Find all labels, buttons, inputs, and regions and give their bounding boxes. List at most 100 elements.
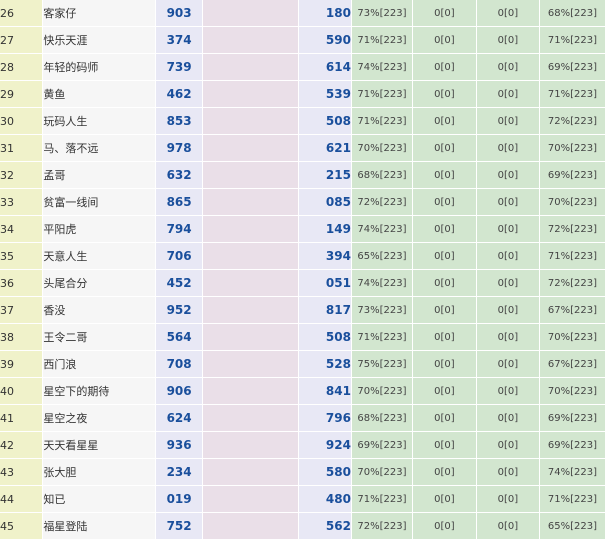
- stat-2-cell: 0[0]: [412, 215, 477, 243]
- value-2-cell: 528: [298, 350, 352, 378]
- stat-4-cell: 71%[223]: [539, 26, 607, 54]
- table-row: 35 天意人生 706 394 65%[223] 0[0] 0[0] 71%[223]: [0, 242, 607, 270]
- rank-cell: 26: [0, 0, 44, 27]
- table-row: 38 王令二哥 564 508 71%[223] 0[0] 0[0] 70%[223]: [0, 323, 607, 351]
- value-2-cell: 394: [298, 242, 352, 270]
- value-1-cell: 903: [155, 0, 204, 27]
- name-cell: 知已: [42, 485, 156, 513]
- stat-1-cell: 74%[223]: [351, 269, 413, 297]
- ranking-table: 26 客家仔 903 180 73%[223] 0[0] 0[0] 68%[223] 27 快乐天…: [0, 0, 607, 540]
- rank-cell: 31: [0, 134, 44, 162]
- rank-cell: 35: [0, 242, 44, 270]
- name-cell: 孟哥: [42, 161, 156, 189]
- table-row: 32 孟哥 632 215 68%[223] 0[0] 0[0] 69%[223]: [0, 161, 607, 189]
- value-1-cell: 865: [155, 188, 204, 216]
- rank-cell: 43: [0, 458, 44, 486]
- table-row: 39 西门浪 708 528 75%[223] 0[0] 0[0] 67%[223]: [0, 350, 607, 378]
- stat-2-cell: 0[0]: [412, 134, 477, 162]
- value-1-cell: 936: [155, 431, 204, 459]
- stat-4-cell: 70%[223]: [539, 323, 607, 351]
- name-cell: 快乐天涯: [42, 26, 156, 54]
- stat-3-cell: 0[0]: [476, 0, 540, 27]
- value-1-cell: 234: [155, 458, 204, 486]
- blank-cell: [202, 323, 300, 351]
- rank-cell: 44: [0, 485, 44, 513]
- name-cell: 客家仔: [42, 0, 156, 27]
- stat-3-cell: 0[0]: [476, 215, 540, 243]
- stat-1-cell: 68%[223]: [351, 404, 413, 432]
- blank-cell: [202, 512, 300, 540]
- stat-3-cell: 0[0]: [476, 350, 540, 378]
- stat-2-cell: 0[0]: [412, 242, 477, 270]
- blank-cell: [202, 134, 300, 162]
- name-cell: 黄鱼: [42, 80, 156, 108]
- blank-cell: [202, 215, 300, 243]
- value-2-cell: 085: [298, 188, 352, 216]
- blank-cell: [202, 0, 300, 27]
- stat-2-cell: 0[0]: [412, 0, 477, 27]
- name-cell: 星空下的期待: [42, 377, 156, 405]
- stat-2-cell: 0[0]: [412, 296, 477, 324]
- rank-cell: 38: [0, 323, 44, 351]
- name-cell: 天意人生: [42, 242, 156, 270]
- stat-4-cell: 70%[223]: [539, 188, 607, 216]
- value-1-cell: 952: [155, 296, 204, 324]
- stat-1-cell: 68%[223]: [351, 161, 413, 189]
- value-2-cell: 841: [298, 377, 352, 405]
- stat-2-cell: 0[0]: [412, 485, 477, 513]
- blank-cell: [202, 431, 300, 459]
- stat-4-cell: 69%[223]: [539, 53, 607, 81]
- stat-1-cell: 71%[223]: [351, 26, 413, 54]
- rank-cell: 45: [0, 512, 44, 540]
- stat-1-cell: 71%[223]: [351, 80, 413, 108]
- value-1-cell: 632: [155, 161, 204, 189]
- blank-cell: [202, 269, 300, 297]
- rank-cell: 28: [0, 53, 44, 81]
- value-2-cell: 539: [298, 80, 352, 108]
- value-2-cell: 614: [298, 53, 352, 81]
- value-1-cell: 624: [155, 404, 204, 432]
- rank-cell: 40: [0, 377, 44, 405]
- value-2-cell: 590: [298, 26, 352, 54]
- stat-1-cell: 75%[223]: [351, 350, 413, 378]
- rank-cell: 29: [0, 80, 44, 108]
- blank-cell: [202, 188, 300, 216]
- stat-1-cell: 71%[223]: [351, 485, 413, 513]
- name-cell: 香没: [42, 296, 156, 324]
- rank-cell: 30: [0, 107, 44, 135]
- name-cell: 平阳虎: [42, 215, 156, 243]
- stat-1-cell: 74%[223]: [351, 215, 413, 243]
- stat-4-cell: 71%[223]: [539, 80, 607, 108]
- table-row: 34 平阳虎 794 149 74%[223] 0[0] 0[0] 72%[223]: [0, 215, 607, 243]
- stat-3-cell: 0[0]: [476, 26, 540, 54]
- blank-cell: [202, 404, 300, 432]
- value-1-cell: 853: [155, 107, 204, 135]
- value-1-cell: 452: [155, 269, 204, 297]
- blank-cell: [202, 458, 300, 486]
- stat-1-cell: 69%[223]: [351, 431, 413, 459]
- value-2-cell: 215: [298, 161, 352, 189]
- value-2-cell: 924: [298, 431, 352, 459]
- stat-2-cell: 0[0]: [412, 53, 477, 81]
- blank-cell: [202, 242, 300, 270]
- rank-cell: 42: [0, 431, 44, 459]
- stat-2-cell: 0[0]: [412, 458, 477, 486]
- stat-2-cell: 0[0]: [412, 80, 477, 108]
- value-2-cell: 580: [298, 458, 352, 486]
- stat-3-cell: 0[0]: [476, 323, 540, 351]
- name-cell: 天天看星星: [42, 431, 156, 459]
- rank-cell: 27: [0, 26, 44, 54]
- stat-2-cell: 0[0]: [412, 404, 477, 432]
- stat-2-cell: 0[0]: [412, 161, 477, 189]
- stat-4-cell: 69%[223]: [539, 161, 607, 189]
- value-1-cell: 019: [155, 485, 204, 513]
- blank-cell: [202, 377, 300, 405]
- name-cell: 王令二哥: [42, 323, 156, 351]
- value-2-cell: 796: [298, 404, 352, 432]
- blank-cell: [202, 485, 300, 513]
- table-row: 37 香没 952 817 73%[223] 0[0] 0[0] 67%[223]: [0, 296, 607, 324]
- rank-cell: 32: [0, 161, 44, 189]
- table-row: 31 马、落不远 978 621 70%[223] 0[0] 0[0] 70%[223]: [0, 134, 607, 162]
- stat-4-cell: 69%[223]: [539, 431, 607, 459]
- ranking-table-body: 26 客家仔 903 180 73%[223] 0[0] 0[0] 68%[223] 27 快乐天…: [0, 0, 607, 540]
